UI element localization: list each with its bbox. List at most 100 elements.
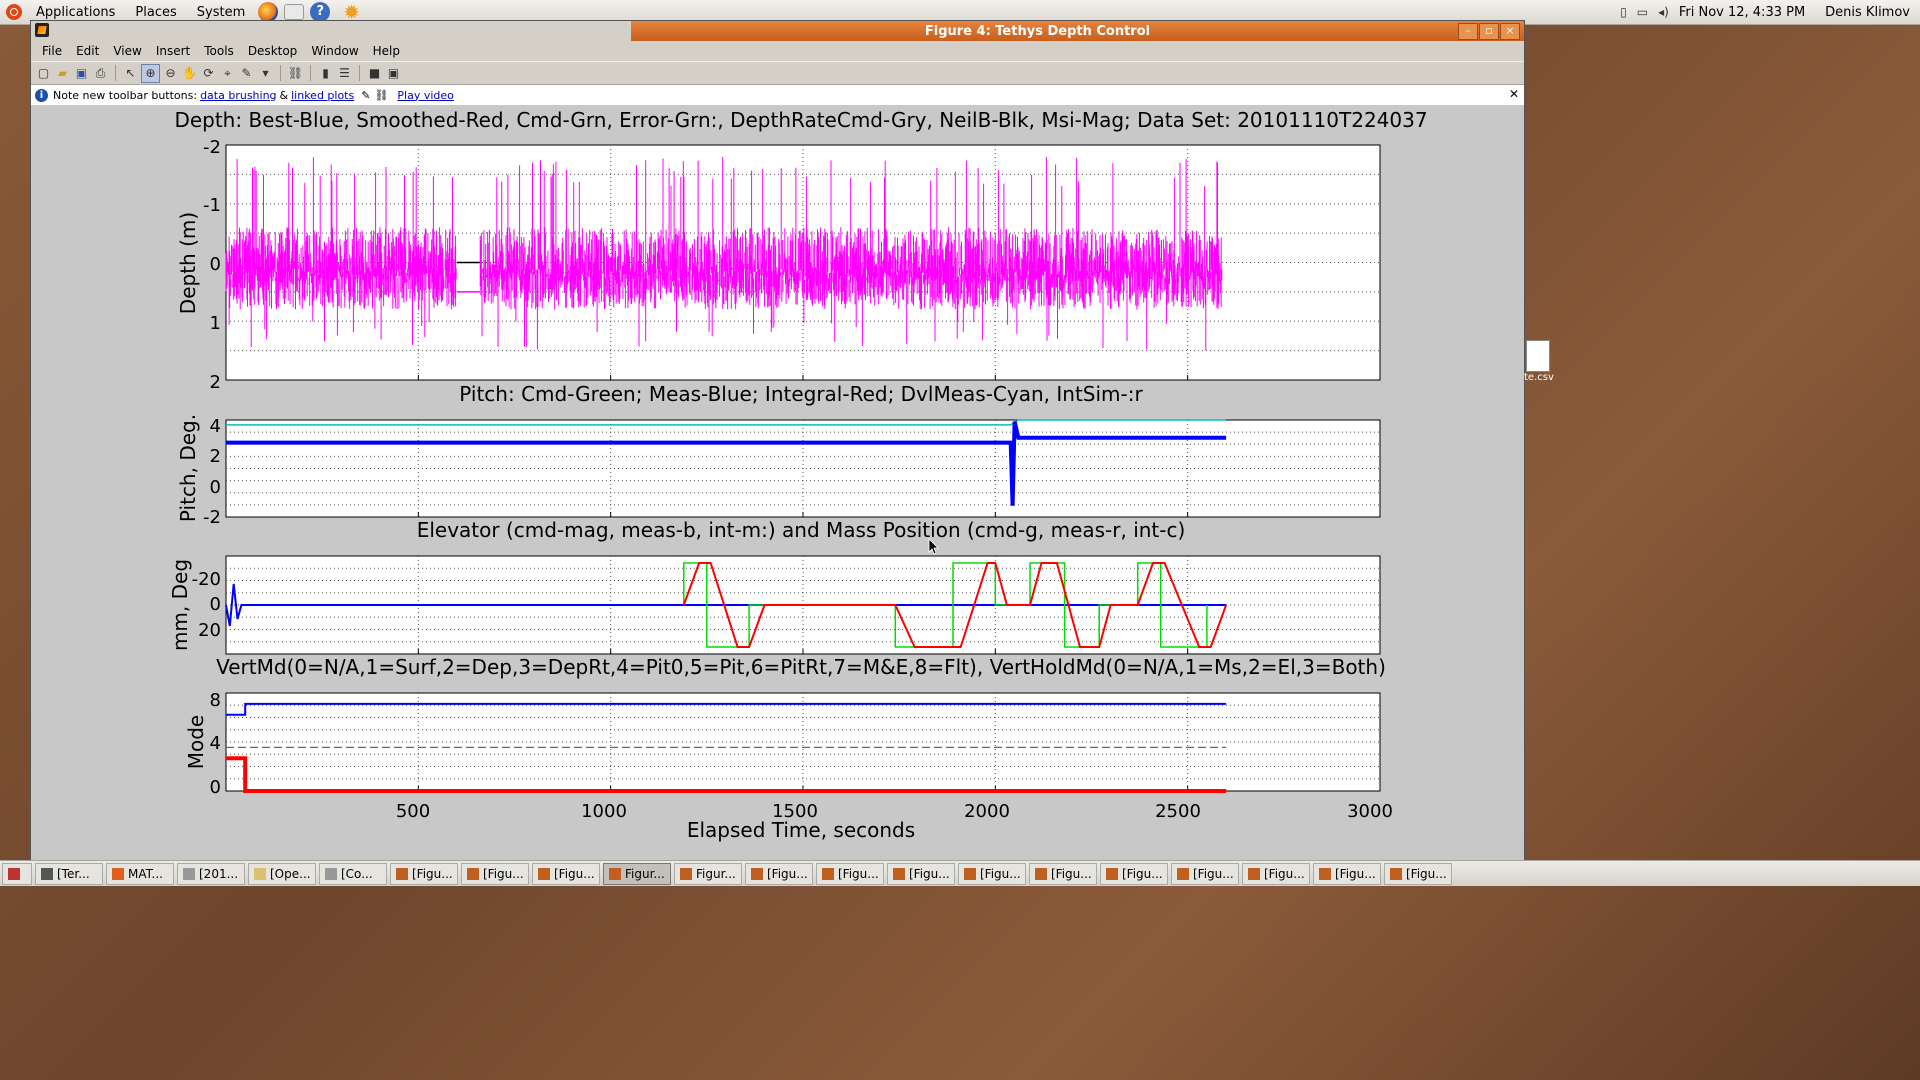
show-plot-tools-icon[interactable]: ▣ <box>385 65 402 82</box>
system-tray: ▯ ▭ ◂) Fri Nov 12, 4:33 PM Denis Klimov <box>1620 5 1920 20</box>
taskbar-item[interactable]: [Figu... <box>1029 862 1097 885</box>
rotate-3d-icon[interactable]: ⟳ <box>200 65 217 82</box>
clock[interactable]: Fri Nov 12, 4:33 PM <box>1679 5 1805 20</box>
minimize-button[interactable]: – <box>1458 23 1478 40</box>
taskbar-item[interactable]: [Figu... <box>532 862 600 885</box>
desktop-file-label: te.csv <box>1524 372 1554 383</box>
dropdown-arrow-icon[interactable]: ▾ <box>257 65 274 82</box>
help-icon[interactable]: ? <box>310 2 331 22</box>
battery-icon[interactable]: ▭ <box>1637 5 1648 19</box>
edit-plot-icon[interactable]: ↖ <box>122 65 139 82</box>
mode-title: VertMd(0=N/A,1=Surf,2=Dep,3=DepRt,4=Pit0… <box>216 655 1386 679</box>
taskbar-item[interactable]: [Figu... <box>390 862 458 885</box>
window-title: Figure 4: Tethys Depth Control <box>924 23 1151 39</box>
data-cursor-icon[interactable]: ⌖ <box>219 65 236 82</box>
taskbar-item[interactable]: [Figu... <box>745 862 813 885</box>
taskbar-item[interactable]: MAT... <box>106 862 174 885</box>
taskbar-item[interactable]: [Figu... <box>461 862 529 885</box>
colorbar-icon[interactable]: ▮ <box>317 65 334 82</box>
show-desktop-button[interactable] <box>2 862 32 885</box>
taskbar-item[interactable]: [Ope... <box>248 862 316 885</box>
info-amp: & <box>279 88 289 102</box>
new-figure-icon[interactable]: ▢ <box>35 65 52 82</box>
info-close-icon[interactable]: ✕ <box>1509 87 1519 101</box>
bottom-taskbar: [Ter... MAT... [201... [Ope... [Co... [F… <box>0 860 1920 886</box>
print-icon[interactable]: ⎙ <box>92 65 109 82</box>
taskbar-item[interactable]: [Figu... <box>1171 862 1239 885</box>
data-brushing-link[interactable]: data brushing <box>200 89 276 102</box>
desktop-file-csv[interactable]: te.csv <box>1524 340 1568 383</box>
pitch-ylabel: Pitch, Deg. <box>176 414 200 522</box>
taskbar-item[interactable]: [Figu... <box>1100 862 1168 885</box>
mail-icon[interactable] <box>284 4 305 20</box>
info-icon: i <box>35 88 48 102</box>
zoom-out-icon[interactable]: ⊖ <box>162 65 179 82</box>
play-video-link[interactable]: Play video <box>397 89 453 102</box>
taskbar-item-active[interactable]: Figur... <box>603 862 671 885</box>
mode-ytick: 8 <box>210 690 221 711</box>
ubuntu-logo-icon[interactable] <box>6 4 22 20</box>
taskbar-item[interactable]: [201... <box>177 862 245 885</box>
taskbar-item[interactable]: [Figu... <box>1384 862 1452 885</box>
xlabel: Elapsed Time, seconds <box>687 818 915 842</box>
depth-ytick: -1 <box>203 195 221 216</box>
matlab-figure-window: Figure 4: Tethys Depth Control – ▫ × Fil… <box>30 20 1525 862</box>
info-bar: i Note new toolbar buttons: data brushin… <box>31 85 1524 106</box>
menu-view[interactable]: View <box>106 44 148 58</box>
taskbar-item[interactable]: Figur... <box>674 862 742 885</box>
brush-icon[interactable]: ✎ <box>238 65 255 82</box>
xtick-label: 3000 <box>1347 801 1393 822</box>
brush-small-icon: ✎ <box>361 88 371 102</box>
csv-file-icon <box>1526 340 1550 372</box>
zoom-in-icon[interactable]: ⊕ <box>141 63 160 83</box>
maximize-button[interactable]: ▫ <box>1479 23 1499 40</box>
user-name[interactable]: Denis Klimov <box>1825 5 1910 20</box>
pitch-ytick: -2 <box>203 507 221 528</box>
close-button[interactable]: × <box>1500 23 1520 40</box>
link-plot-icon[interactable]: ⛓ <box>287 65 304 82</box>
linked-plots-link[interactable]: linked plots <box>291 89 354 102</box>
pitch-ytick: 0 <box>210 477 221 498</box>
mode-ylabel: Mode <box>184 715 208 770</box>
menu-file[interactable]: File <box>35 44 69 58</box>
taskbar-item[interactable]: [Figu... <box>1313 862 1381 885</box>
legend-icon[interactable]: ☰ <box>336 65 353 82</box>
hide-plot-tools-icon[interactable]: ■ <box>366 65 383 82</box>
info-note: Note new toolbar buttons: <box>53 88 198 102</box>
depth-ytick: -2 <box>203 137 221 158</box>
firefox-icon[interactable] <box>258 2 279 22</box>
open-file-icon[interactable]: ▰ <box>54 65 71 82</box>
elevator-ytick: 20 <box>198 620 221 641</box>
mode-ytick: 0 <box>210 777 221 798</box>
pitch-title: Pitch: Cmd-Green; Meas-Blue; Integral-Re… <box>459 382 1143 406</box>
pan-icon[interactable]: ✋ <box>181 65 198 82</box>
volume-icon[interactable]: ◂) <box>1658 5 1669 19</box>
network-icon[interactable]: ▯ <box>1620 5 1627 19</box>
menubar: File Edit View Insert Tools Desktop Wind… <box>31 41 1524 61</box>
elevator-ytick: 0 <box>210 594 221 615</box>
depth-ytick: 1 <box>210 313 221 334</box>
window-titlebar[interactable]: Figure 4: Tethys Depth Control – ▫ × <box>31 21 1524 41</box>
taskbar-item[interactable]: [Figu... <box>816 862 884 885</box>
menu-help[interactable]: Help <box>366 44 407 58</box>
xtick-label: 500 <box>396 801 430 822</box>
elevator-ytick: -20 <box>192 569 221 590</box>
menu-tools[interactable]: Tools <box>197 44 241 58</box>
menu-insert[interactable]: Insert <box>149 44 197 58</box>
elevator-ylabel: mm, Deg <box>168 559 192 651</box>
xtick-label: 1000 <box>581 801 627 822</box>
toolbar: ▢ ▰ ▣ ⎙ ↖ ⊕ ⊖ ✋ ⟳ ⌖ ✎ ▾ ⛓ ▮ ☰ ■ ▣ <box>31 61 1524 85</box>
taskbar-item[interactable]: [Figu... <box>958 862 1026 885</box>
taskbar-item[interactable]: [Figu... <box>1242 862 1310 885</box>
menu-window[interactable]: Window <box>304 44 365 58</box>
menu-desktop[interactable]: Desktop <box>241 44 305 58</box>
taskbar-item[interactable]: [Co... <box>319 862 387 885</box>
menu-edit[interactable]: Edit <box>69 44 106 58</box>
pitch-ytick: 4 <box>210 416 221 437</box>
taskbar-item[interactable]: [Ter... <box>35 862 103 885</box>
plots-svg[interactable]: Depth: Best-Blue, Smoothed-Red, Cmd-Grn,… <box>31 105 1524 861</box>
taskbar-item[interactable]: [Figu... <box>887 862 955 885</box>
figure-canvas[interactable]: Depth: Best-Blue, Smoothed-Red, Cmd-Grn,… <box>31 105 1524 861</box>
save-icon[interactable]: ▣ <box>73 65 90 82</box>
link-small-icon: ⛓ <box>374 88 389 102</box>
